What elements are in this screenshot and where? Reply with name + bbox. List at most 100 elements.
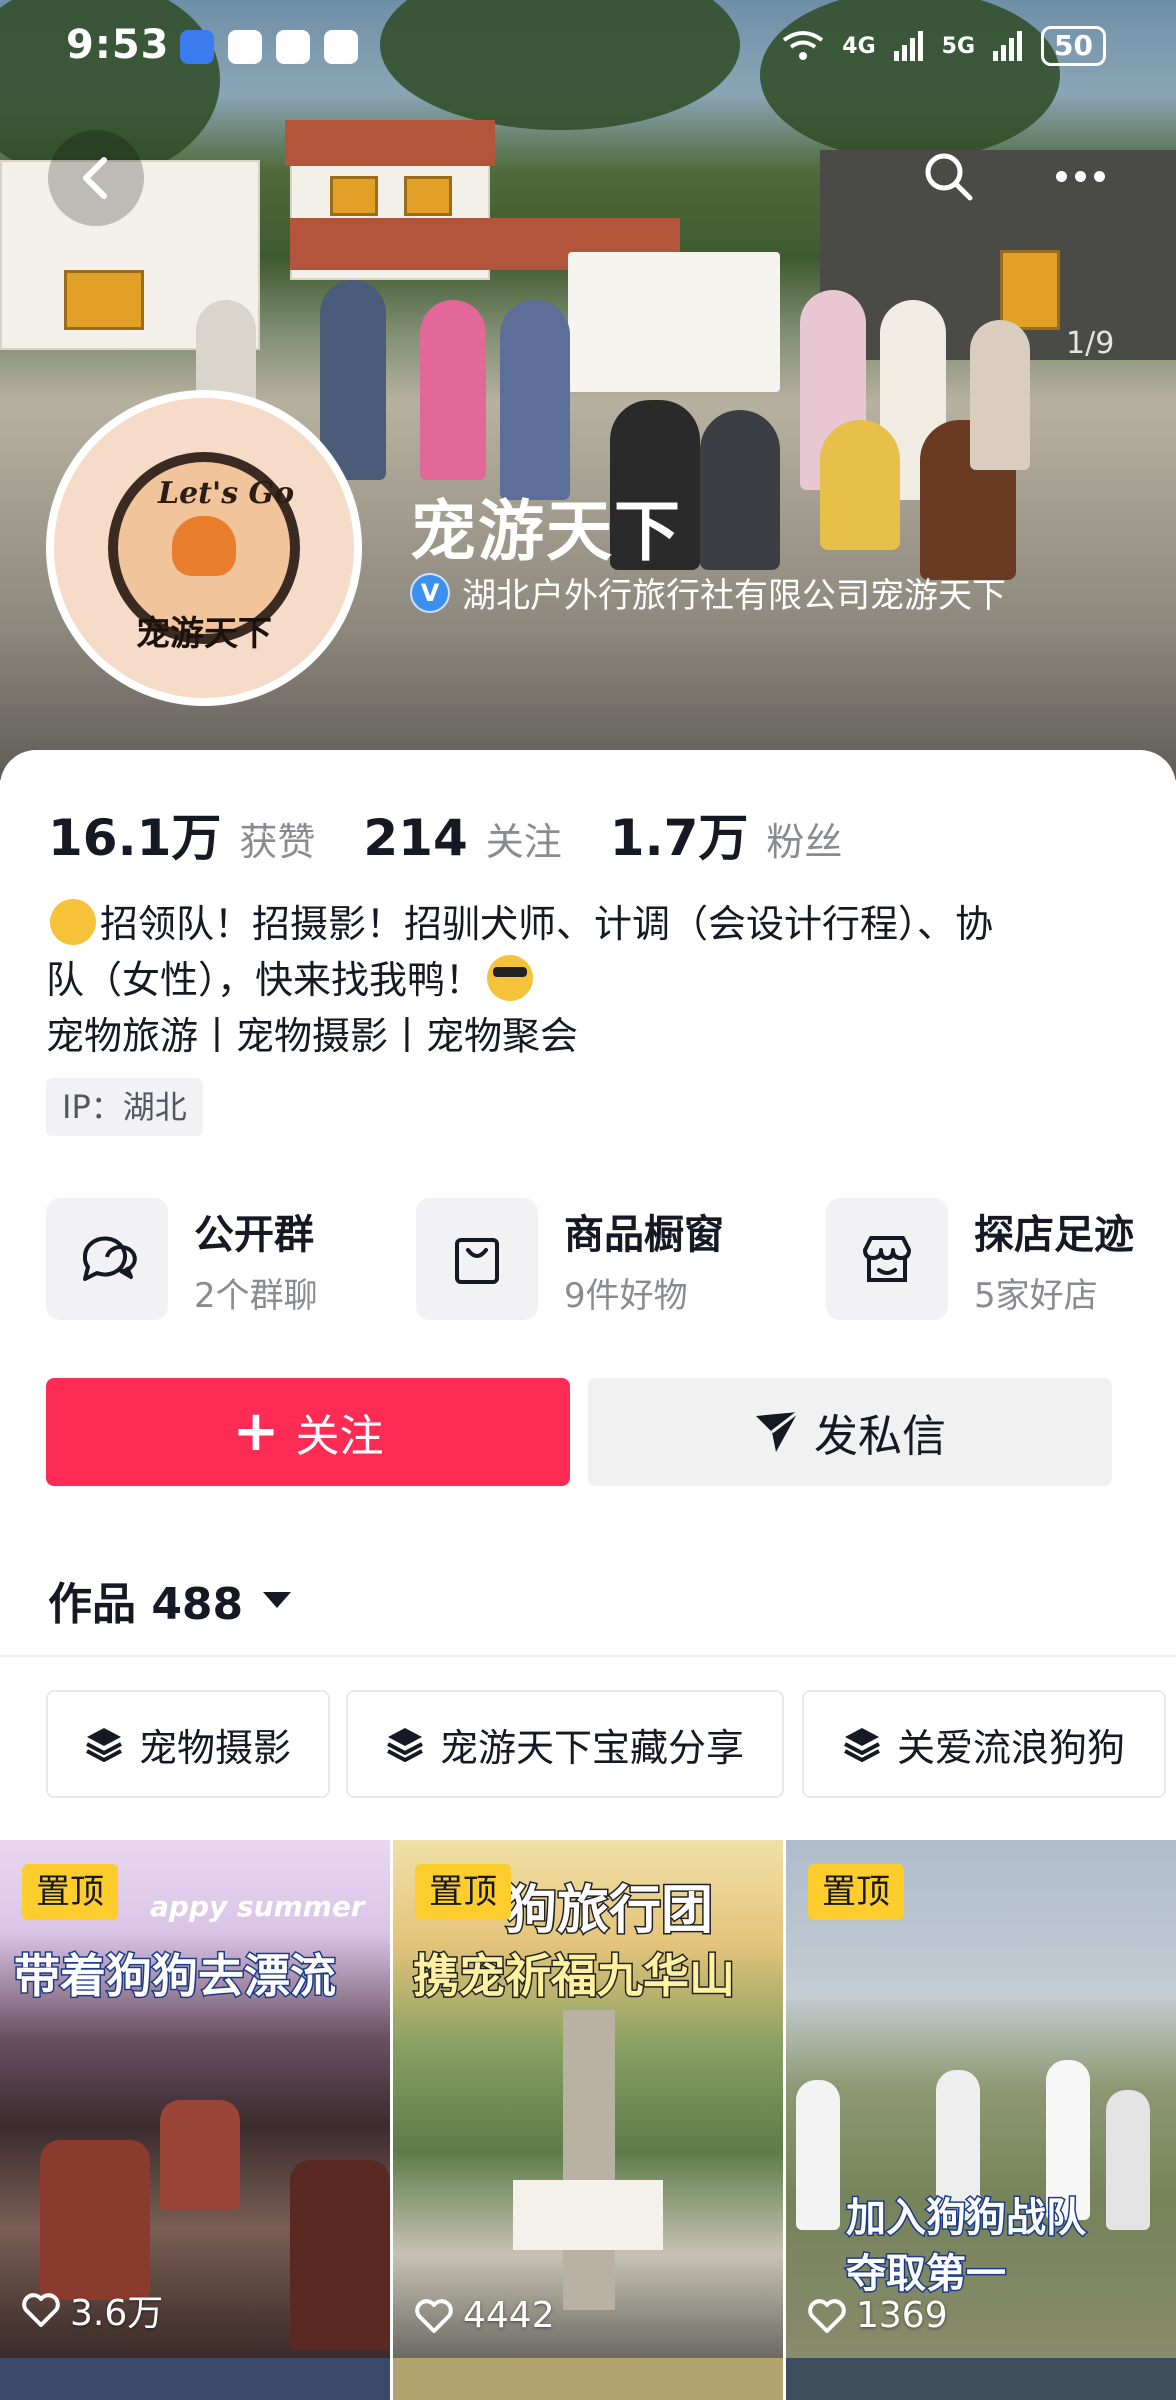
feature-entries: 公开群 2个群聊 商品橱窗 9件好物 探店足迹 5家好店	[46, 1198, 1146, 1320]
stat-label: 粉丝	[766, 820, 843, 864]
more-dot	[1093, 170, 1105, 182]
cover-window	[1000, 250, 1060, 330]
back-button[interactable]	[48, 130, 144, 226]
cover-roof	[285, 120, 495, 166]
profile-stats: 16.1万 获赞 214 关注 1.7万 粉丝	[48, 798, 842, 870]
follow-button[interactable]: + 关注	[46, 1378, 570, 1486]
video-tile-partial[interactable]	[786, 2358, 1176, 2400]
video-person	[796, 2080, 840, 2230]
mobile-notification-icon	[276, 30, 310, 64]
status-notification-icons	[180, 30, 358, 64]
works-label: 作品 488	[48, 1579, 244, 1630]
bus-seat	[40, 2140, 150, 2300]
stat-value: 1.7万	[609, 809, 749, 867]
feature-title: 探店足迹	[974, 1211, 1134, 1258]
bus-seat	[160, 2100, 240, 2210]
stat-following[interactable]: 214 关注	[363, 809, 561, 867]
video-subtitle: appy summer	[150, 1890, 365, 1923]
signal-strength-icon	[893, 31, 923, 61]
stat-followers[interactable]: 1.7万 粉丝	[610, 798, 843, 870]
cover-window	[404, 176, 452, 216]
collection-chip[interactable]: 关爱流浪狗狗	[802, 1690, 1166, 1798]
status-time: 9:53	[66, 22, 170, 68]
wifi-icon	[783, 31, 824, 60]
cover-window	[330, 176, 378, 216]
shopping-bag-icon	[416, 1198, 538, 1320]
bio-line: 宠物旅游丨宠物摄影丨宠物聚会	[46, 1014, 579, 1058]
video-tile-partial[interactable]	[0, 2358, 390, 2400]
video-subtitle: 狗旅行团	[503, 1880, 714, 1943]
stat-label: 获赞	[239, 820, 316, 864]
collection-chips: 宠物摄影 宠游天下宝藏分享 关爱流浪狗狗	[46, 1690, 1176, 1800]
profile-bio: 招领队！招摄影！招驯犬师、计调（会设计行程）、协 队（女性），快来找我鸭！ 宠物…	[46, 896, 1136, 1064]
avatar[interactable]: Let's Go 宠游天下	[46, 390, 362, 706]
cover-person	[500, 300, 570, 500]
heart-icon	[808, 2298, 846, 2333]
profile-card: 16.1万 获赞 214 关注 1.7万 粉丝 招领队！招摄影！招驯犬师、计调（…	[0, 750, 1176, 2400]
feature-public-groups[interactable]: 公开群 2个群聊	[46, 1198, 318, 1320]
search-button[interactable]	[912, 140, 984, 212]
caret-down-icon	[263, 1592, 292, 1608]
more-dot	[1055, 170, 1067, 182]
stat-label: 关注	[485, 820, 562, 864]
video-tile[interactable]: 狗旅行团 携宠祈福九华山 置顶 4442	[393, 1840, 783, 2358]
message-notification-icon	[228, 30, 262, 64]
verification-row[interactable]: V 湖北户外行旅行社有限公司宠游天下	[410, 568, 1006, 617]
follow-label: 关注	[295, 1411, 384, 1462]
cover-person	[820, 420, 900, 550]
collection-chip[interactable]: 宠物摄影	[46, 1690, 330, 1798]
bus-seat	[290, 2160, 390, 2350]
pinned-badge: 置顶	[808, 1864, 904, 1920]
like-count: 1369	[808, 2295, 948, 2336]
cover-window	[64, 270, 144, 330]
cover-person	[320, 280, 386, 480]
network-4g-label: 4G	[842, 33, 876, 59]
heart-icon	[415, 2298, 453, 2333]
like-count: 4442	[415, 2295, 555, 2336]
feature-title: 商品橱窗	[564, 1211, 724, 1258]
app-notification-icon	[180, 30, 214, 64]
video-grid: appy summer 带着狗狗去漂流 置顶 3.6万 狗旅行团 携宠祈福九华山…	[0, 1840, 1176, 2400]
alarm-icon	[324, 30, 358, 64]
video-tile-partial[interactable]	[393, 2358, 783, 2400]
logo-text-lets-go: Let's Go	[158, 476, 295, 511]
like-count-value: 1369	[856, 2295, 948, 2336]
like-count-value: 4442	[463, 2295, 555, 2336]
heart-icon	[22, 2293, 60, 2327]
collection-label: 宠物摄影	[138, 1725, 291, 1770]
collection-chip[interactable]: 宠游天下宝藏分享	[346, 1690, 784, 1798]
search-icon	[925, 153, 973, 201]
stat-likes[interactable]: 16.1万 获赞	[48, 798, 315, 870]
video-headline: 加入狗狗战队 夺取第一	[845, 2194, 1088, 2299]
feature-showcase[interactable]: 商品橱窗 9件好物	[416, 1198, 724, 1320]
send-message-button[interactable]: 发私信	[588, 1378, 1112, 1486]
verified-organization: 湖北户外行旅行社有限公司宠游天下	[462, 576, 1006, 616]
collection-label: 关爱流浪狗狗	[896, 1725, 1125, 1770]
video-headline: 携宠祈福九华山	[412, 1948, 737, 2005]
video-tile[interactable]: appy summer 带着狗狗去漂流 置顶 3.6万	[0, 1840, 390, 2358]
next-video-row	[0, 2358, 1176, 2400]
layers-icon	[387, 1728, 423, 1762]
like-count-value: 3.6万	[70, 2293, 164, 2334]
more-options-button[interactable]	[1040, 140, 1120, 212]
sunglasses-emoji-icon	[487, 955, 534, 1001]
feature-store-visits[interactable]: 探店足迹 5家好店	[826, 1198, 1134, 1320]
feature-subtitle: 5家好店	[974, 1275, 1098, 1316]
profile-cover[interactable]: 9:53 4G 5G 50 1/9 Let's Go 宠游天下 宠游天下 V 湖…	[0, 0, 1176, 780]
feature-subtitle: 9件好物	[564, 1275, 688, 1316]
video-tile[interactable]: 加入狗狗战队 夺取第一 置顶 1369	[786, 1840, 1176, 2358]
divider	[0, 1655, 1176, 1657]
bio-line: 招领队！招摄影！招驯犬师、计调（会设计行程）、协	[100, 902, 994, 946]
cover-person	[700, 410, 780, 570]
works-tab[interactable]: 作品 488	[48, 1568, 292, 1632]
stat-value: 214	[363, 809, 468, 867]
corgi-logo-icon	[172, 516, 236, 576]
battery-indicator: 50	[1041, 26, 1106, 66]
layers-icon	[844, 1728, 880, 1762]
ip-location-tag: IP：湖北	[46, 1078, 203, 1136]
like-count: 3.6万	[22, 2284, 163, 2336]
cover-page-counter: 1/9	[1066, 326, 1115, 361]
avatar-logo: Let's Go 宠游天下	[54, 398, 354, 698]
status-bar: 9:53 4G 5G 50	[0, 0, 1176, 100]
verified-badge-icon: V	[410, 572, 450, 613]
